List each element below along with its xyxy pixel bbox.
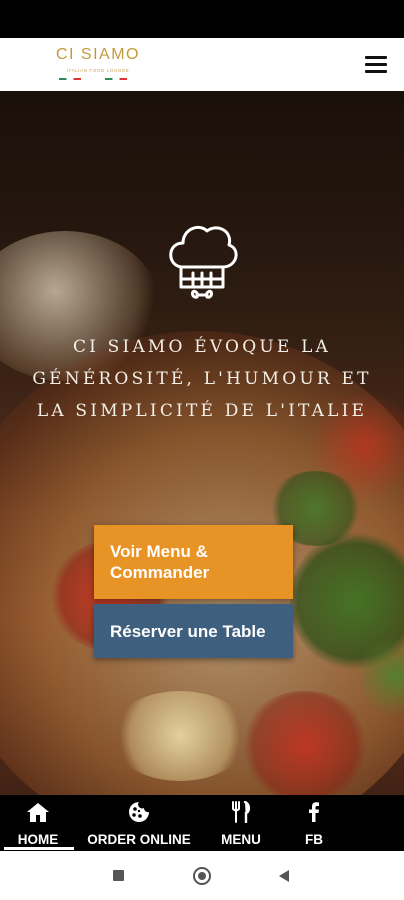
active-indicator: [4, 847, 74, 850]
nav-label: ORDER ONLINE: [87, 832, 191, 847]
nav-item-home[interactable]: HOME: [0, 795, 76, 851]
recent-apps-icon[interactable]: [113, 870, 124, 881]
logo[interactable]: CI SIAMO ITALIAN FOOD LOUNGE: [48, 46, 148, 84]
logo-subtitle: ITALIAN FOOD LOUNGE: [66, 68, 130, 73]
flag-stripe: [105, 78, 127, 80]
flag-stripe: [59, 78, 81, 80]
nav-label: MENU: [221, 832, 261, 847]
nav-label: HOME: [17, 832, 59, 847]
facebook-icon: [309, 802, 319, 822]
nav-item-order-online[interactable]: ORDER ONLINE: [80, 795, 198, 851]
utensils-icon: [232, 801, 251, 823]
cookie-icon: [129, 802, 149, 822]
tomato-shape: [240, 691, 370, 795]
header: CI SIAMO ITALIAN FOOD LOUNGE: [0, 38, 404, 91]
home-circle-icon[interactable]: [193, 867, 211, 885]
system-nav-bar: [0, 851, 404, 900]
cheese-shape: [110, 691, 250, 781]
hero-tagline: Ci Siamo évoque la générosité, l'humour …: [32, 337, 372, 421]
reserve-table-button[interactable]: Réserver une Table: [94, 604, 293, 658]
order-menu-button[interactable]: Voir Menu & Commander: [94, 525, 293, 599]
nav-item-fb[interactable]: FB: [290, 795, 338, 851]
nav-label: FB: [305, 832, 323, 847]
back-icon[interactable]: [278, 869, 290, 883]
logo-title: CI SIAMO: [55, 46, 140, 63]
bottom-nav: HOME ORDER ONLINE MENU FB: [0, 795, 404, 851]
chef-hat-icon: [169, 226, 238, 299]
nav-item-menu[interactable]: MENU: [210, 795, 272, 851]
status-bar: [0, 0, 404, 38]
hamburger-icon[interactable]: [365, 54, 389, 74]
home-icon: [27, 803, 49, 822]
hero-section: Ci Siamo évoque la générosité, l'humour …: [0, 91, 404, 795]
